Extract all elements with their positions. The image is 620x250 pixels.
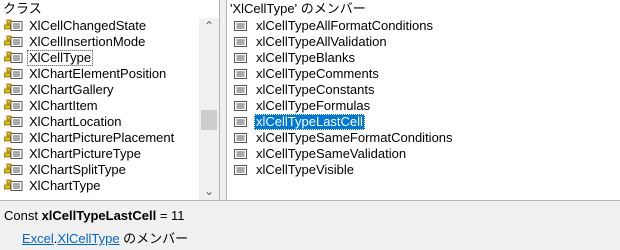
enum-icon	[4, 179, 24, 193]
enum-icon	[4, 19, 24, 33]
members-header: 'XlCellType' のメンバー	[227, 0, 620, 18]
member-list[interactable]: xlCellTypeAllFormatConditions xlCellTypeA…	[227, 18, 620, 178]
member-list-item[interactable]: xlCellTypeSameValidation	[227, 146, 620, 162]
detail-pane: Const xlCellTypeLastCell = 11 Excel.XlCe…	[0, 200, 620, 250]
class-list-item-label: XlCellType	[27, 50, 94, 66]
constant-icon	[231, 131, 251, 145]
constant-icon	[231, 35, 251, 49]
member-list-item[interactable]: xlCellTypeFormulas	[227, 98, 620, 114]
member-list-item[interactable]: xlCellTypeAllValidation	[227, 34, 620, 50]
class-list-item-label: XlChartPictureType	[29, 146, 141, 161]
member-list-item-label: xlCellTypeAllFormatConditions	[256, 18, 434, 33]
members-pane: 'XlCellType' のメンバー xlCellTypeAllFormatCo…	[226, 0, 620, 200]
member-list-item[interactable]: xlCellTypeAllFormatConditions	[227, 18, 620, 34]
member-list-item-label: xlCellTypeSameValidation	[256, 146, 407, 161]
class-list-item[interactable]: XlChartPicturePlacement	[0, 130, 199, 146]
class-list-item[interactable]: XlChartLocation	[0, 114, 199, 130]
member-list-item[interactable]: xlCellTypeSameFormatConditions	[227, 130, 620, 146]
member-list-item-label: xlCellTypeAllValidation	[256, 34, 387, 49]
enum-icon	[4, 115, 24, 129]
constant-icon	[231, 163, 251, 177]
class-list-item[interactable]: XlChartSplitType	[0, 162, 199, 178]
class-list[interactable]: XlCellChangedState XlCellInsertionMode XlC…	[0, 18, 199, 194]
member-list-item[interactable]: xlCellTypeVisible	[227, 162, 620, 178]
member-list-item-label: xlCellTypeConstants	[256, 82, 375, 97]
enum-icon	[4, 131, 24, 145]
member-of-suffix: のメンバー	[119, 231, 189, 246]
scroll-down-icon[interactable]: ⌄	[199, 183, 219, 200]
class-link[interactable]: XlCellType	[57, 231, 119, 246]
enum-icon	[4, 51, 24, 65]
member-list-item[interactable]: xlCellTypeBlanks	[227, 50, 620, 66]
class-list-item[interactable]: XlChartItem	[0, 98, 199, 114]
member-list-item[interactable]: xlCellTypeConstants	[227, 82, 620, 98]
class-list-item-label: XlChartLocation	[29, 114, 122, 129]
member-list-item-label: xlCellTypeFormulas	[256, 98, 371, 113]
class-list-item[interactable]: XlChartGallery	[0, 82, 199, 98]
constant-icon	[231, 51, 251, 65]
member-list-item[interactable]: xlCellTypeLastCell	[227, 114, 620, 130]
declaration-value: = 11	[156, 208, 185, 223]
class-list-item[interactable]: XlChartElementPosition	[0, 66, 199, 82]
constant-icon	[231, 67, 251, 81]
member-list-item-label: xlCellTypeSameFormatConditions	[256, 130, 453, 145]
class-list-scrollbar[interactable]: ⌃ ⌄	[199, 18, 219, 200]
constant-icon	[231, 147, 251, 161]
class-list-item[interactable]: XlCellChangedState	[0, 18, 199, 34]
enum-icon	[4, 83, 24, 97]
constant-icon	[231, 99, 251, 113]
declaration-prefix: Const	[4, 208, 42, 223]
class-list-item-label: XlChartGallery	[29, 82, 114, 97]
enum-icon	[4, 67, 24, 81]
library-link[interactable]: Excel	[22, 231, 54, 246]
constant-icon	[231, 19, 251, 33]
member-list-item-label: xlCellTypeComments	[256, 66, 379, 81]
declaration-name: xlCellTypeLastCell	[41, 208, 157, 223]
enum-icon	[4, 163, 24, 177]
class-list-item-label: XlChartItem	[29, 98, 98, 113]
scroll-up-icon[interactable]: ⌃	[199, 18, 219, 35]
member-list-item-label: xlCellTypeBlanks	[256, 50, 355, 65]
constant-icon	[231, 83, 251, 97]
member-list-item-label: xlCellTypeLastCell	[254, 114, 365, 130]
member-declaration: Const xlCellTypeLastCell = 11	[4, 208, 185, 223]
class-list-item[interactable]: XlChartPictureType	[0, 146, 199, 162]
class-list-item-label: XlCellChangedState	[29, 18, 147, 33]
constant-icon	[231, 115, 251, 129]
class-list-item[interactable]: XlCellType	[0, 50, 199, 66]
class-list-item[interactable]: XlCellInsertionMode	[0, 34, 199, 50]
member-of-line: Excel.XlCellType のメンバー	[22, 228, 188, 247]
class-list-item[interactable]: XlChartType	[0, 178, 199, 194]
classes-pane: クラス XlCellChangedState XlCellInsertionMod…	[0, 0, 220, 200]
classes-header: クラス	[0, 0, 219, 18]
member-list-item-label: xlCellTypeVisible	[256, 162, 355, 177]
class-list-item-label: XlCellInsertionMode	[29, 34, 146, 49]
enum-icon	[4, 99, 24, 113]
member-list-item[interactable]: xlCellTypeComments	[227, 66, 620, 82]
enum-icon	[4, 147, 24, 161]
class-list-item-label: XlChartElementPosition	[29, 66, 167, 81]
class-list-item-label: XlChartSplitType	[29, 162, 126, 177]
enum-icon	[4, 35, 24, 49]
scroll-thumb[interactable]	[201, 110, 217, 130]
class-list-item-label: XlChartPicturePlacement	[29, 130, 175, 145]
class-list-item-label: XlChartType	[29, 178, 101, 193]
